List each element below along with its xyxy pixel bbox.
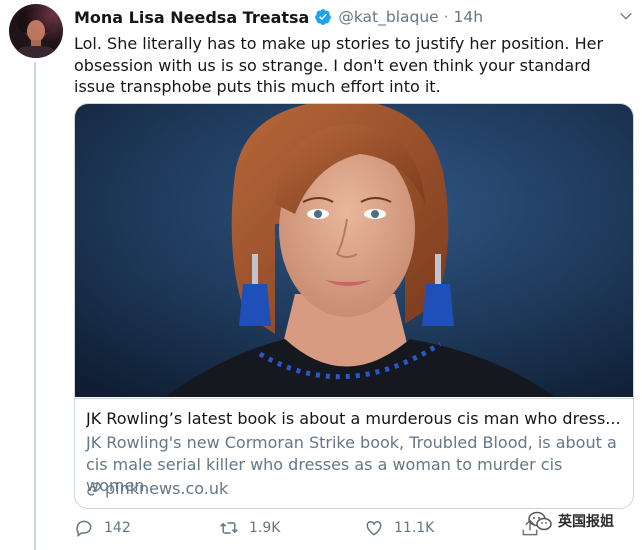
retweet-count: 1.9K: [249, 520, 281, 536]
tweet-header: Mona Lisa Needsa Treatsa @kat_blaque · 1…: [74, 6, 483, 28]
tweet-timestamp[interactable]: 14h: [454, 8, 484, 26]
reply-count: 142: [104, 520, 131, 536]
retweet-icon: [220, 522, 238, 534]
display-name[interactable]: Mona Lisa Needsa Treatsa: [74, 8, 309, 27]
card-image: [75, 104, 633, 397]
card-domain[interactable]: pinknews.co.uk: [86, 479, 228, 498]
verified-badge-icon: [314, 8, 332, 26]
separator-dot: ·: [443, 8, 449, 26]
tweet-text: Lol. She literally has to make up storie…: [74, 34, 604, 96]
avatar[interactable]: [9, 4, 63, 58]
link-icon: [86, 481, 102, 497]
reply-icon: [76, 520, 92, 537]
watermark: 英国报姐: [528, 510, 614, 532]
chevron-down-icon[interactable]: [618, 8, 634, 24]
like-count: 11.1K: [394, 520, 435, 536]
card-domain-text: pinknews.co.uk: [105, 479, 229, 498]
card-title[interactable]: JK Rowling’s latest book is about a murd…: [86, 409, 622, 429]
retweet-button[interactable]: 1.9K: [219, 518, 280, 538]
wechat-icon: [528, 510, 552, 532]
reply-button[interactable]: 142: [74, 518, 131, 538]
card-body: JK Rowling’s latest book is about a murd…: [75, 398, 633, 508]
heart-icon: [366, 520, 382, 536]
user-handle[interactable]: @kat_blaque: [338, 8, 438, 26]
link-preview-card[interactable]: JK Rowling’s latest book is about a murd…: [74, 103, 634, 509]
watermark-text: 英国报姐: [558, 514, 614, 530]
thread-line: [34, 62, 36, 550]
like-button[interactable]: 11.1K: [364, 518, 434, 538]
